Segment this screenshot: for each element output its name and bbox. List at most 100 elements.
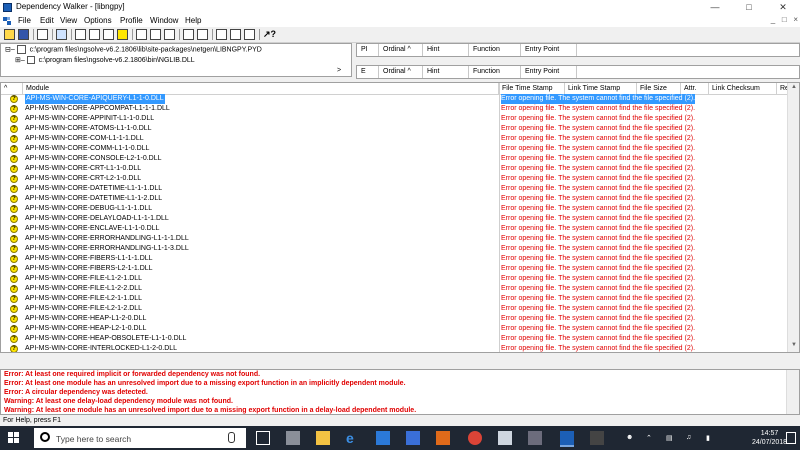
table-row[interactable]: ? API-MS-WIN-CORE-DATETIME-L1-1-1.DLL Erro… [1, 184, 788, 194]
tile-horizontal-icon[interactable] [230, 29, 241, 40]
copy-icon[interactable] [37, 29, 48, 40]
column-header-entry-point[interactable]: Entry Point [521, 44, 577, 56]
table-row[interactable]: ? API-MS-WIN-CORE-APIQUERY-L1-1-0.DLL Erro… [1, 94, 788, 104]
expand-icon[interactable] [164, 29, 175, 40]
table-row[interactable]: ? API-MS-WIN-CORE-DELAYLOAD-L1-1-1.DLL Err… [1, 214, 788, 224]
mdi-minimize-button[interactable]: _ [771, 15, 775, 24]
maximize-button[interactable]: □ [732, 0, 766, 15]
context-help-icon[interactable]: ↗? [263, 29, 276, 40]
column-header-function[interactable]: Function [469, 44, 521, 56]
menu-edit[interactable]: Edit [40, 16, 54, 25]
menu-file[interactable]: File [18, 16, 31, 25]
briefcase-icon[interactable] [286, 431, 300, 445]
scroll-up-icon[interactable]: ▲ [790, 84, 798, 90]
column-header-file-size[interactable]: File Size [637, 83, 681, 94]
app-icon[interactable] [528, 431, 542, 445]
scroll-down-icon[interactable]: ▼ [790, 342, 798, 348]
find-next-icon[interactable] [150, 29, 161, 40]
menu-options[interactable]: Options [84, 16, 112, 25]
taskbar-search-box[interactable]: Type here to search [34, 428, 246, 448]
column-header-entry-point[interactable]: Entry Point [521, 66, 577, 78]
column-header-ordinal[interactable]: Ordinal ^ [379, 66, 423, 78]
table-row[interactable]: ? API-MS-WIN-CORE-APPCOMPAT-L1-1-1.DLL Err… [1, 104, 788, 114]
column-header-hint[interactable]: Hint [423, 66, 469, 78]
chrome-icon[interactable] [468, 431, 482, 445]
table-row[interactable]: ? API-MS-WIN-CORE-FILE-L2-1-2.DLL Error op… [1, 304, 788, 314]
tile-vertical-icon[interactable] [244, 29, 255, 40]
table-row[interactable]: ? API-MS-WIN-CORE-INTERLOCKED-L1-2-0.DLL E… [1, 344, 788, 352]
tree-item[interactable]: ⊟– c:\program files\ngsolve-v6.2.1806\li… [5, 45, 262, 56]
task-view-icon[interactable] [256, 431, 270, 445]
table-row[interactable]: ? API-MS-WIN-CORE-COMM-L1-1-0.DLL Error op… [1, 144, 788, 154]
mail-icon[interactable] [498, 431, 512, 445]
save-icon[interactable] [18, 29, 29, 40]
column-header-link-time[interactable]: Link Time Stamp [565, 83, 637, 94]
table-row[interactable]: ? API-MS-WIN-CORE-ATOMS-L1-1-0.DLL Error o… [1, 124, 788, 134]
column-header-file-time[interactable]: File Time Stamp [499, 83, 565, 94]
table-row[interactable]: ? API-MS-WIN-CORE-CRT-L2-1-0.DLL Error ope… [1, 174, 788, 184]
store-icon[interactable] [406, 431, 420, 445]
show-hidden-icons-icon[interactable]: ⌃ [646, 434, 652, 442]
windows-start-icon[interactable] [8, 432, 20, 444]
table-row[interactable]: ? API-MS-WIN-CORE-FILE-L1-2-1.DLL Error op… [1, 274, 788, 284]
table-row[interactable]: ? API-MS-WIN-CORE-FIBERS-L1-1-1.DLL Error … [1, 254, 788, 264]
table-row[interactable]: ? API-MS-WIN-CORE-DATETIME-L1-1-2.DLL Erro… [1, 194, 788, 204]
undecorate-icon[interactable] [89, 29, 100, 40]
table-row[interactable]: ? API-MS-WIN-CORE-DEBUG-L1-1-1.DLL Error o… [1, 204, 788, 214]
find-icon[interactable] [136, 29, 147, 40]
table-row[interactable]: ? API-MS-WIN-CORE-APPINIT-L1-1-0.DLL Error… [1, 114, 788, 124]
minimize-button[interactable]: — [698, 0, 732, 15]
log-scrollbar[interactable] [786, 370, 799, 414]
table-row[interactable]: ? API-MS-WIN-CORE-FILE-L2-1-1.DLL Error op… [1, 294, 788, 304]
column-header-attr[interactable]: Attr. [681, 83, 709, 94]
column-header-hint[interactable]: Hint [423, 44, 469, 56]
column-header-e[interactable]: E [357, 66, 379, 78]
table-row[interactable]: ? API-MS-WIN-CORE-ENCLAVE-L1-1-0.DLL Error… [1, 224, 788, 234]
table-row[interactable]: ? API-MS-WIN-CORE-FIBERS-L2-1-1.DLL Error … [1, 264, 788, 274]
people-icon[interactable]: ☻ [626, 434, 633, 441]
dropbox-icon[interactable] [376, 431, 390, 445]
properties-icon[interactable] [183, 29, 194, 40]
tree-expand-icon[interactable]: ⊞– [15, 57, 25, 64]
notifications-icon[interactable] [786, 432, 796, 444]
dependency-walker-taskbar-icon[interactable] [560, 431, 574, 447]
app-icon[interactable] [590, 431, 604, 445]
table-row[interactable]: ? API-MS-WIN-CORE-ERRORHANDLING-L1-1-3.DL… [1, 244, 788, 254]
open-icon[interactable] [4, 29, 15, 40]
edge-browser-icon[interactable]: e [346, 431, 360, 445]
mdi-restore-button[interactable]: □ [782, 15, 787, 24]
pane-scroll-right-icon[interactable]: > [337, 67, 341, 74]
tree-collapse-icon[interactable]: ⊟– [5, 46, 15, 53]
battery-icon[interactable]: ▮ [706, 434, 710, 442]
full-paths-icon[interactable] [75, 29, 86, 40]
table-row[interactable]: ? API-MS-WIN-CORE-CONSOLE-L2-1-0.DLL Error… [1, 154, 788, 164]
table-row[interactable]: ? API-MS-WIN-CORE-HEAP-OBSOLETE-L1-1-0.DL… [1, 334, 788, 344]
table-row[interactable]: ? API-MS-WIN-CORE-CRT-L1-1-0.DLL Error ope… [1, 164, 788, 174]
system-info-icon[interactable] [197, 29, 208, 40]
network-icon[interactable]: ▤ [666, 434, 673, 442]
matlab-icon[interactable] [436, 431, 450, 445]
cascade-icon[interactable] [216, 29, 227, 40]
column-header-ordinal[interactable]: Ordinal ^ [379, 44, 423, 56]
table-row[interactable]: ? API-MS-WIN-CORE-ERRORHANDLING-L1-1-1.DL… [1, 234, 788, 244]
menu-view[interactable]: View [60, 16, 77, 25]
table-row[interactable]: ? API-MS-WIN-CORE-HEAP-L1-2-0.DLL Error op… [1, 314, 788, 324]
volume-icon[interactable]: ♫ [686, 434, 691, 441]
menu-help[interactable]: Help [185, 16, 201, 25]
profile-icon[interactable] [56, 29, 67, 40]
mdi-child-icon[interactable] [3, 17, 11, 25]
close-button[interactable]: ✕ [766, 0, 800, 15]
menu-window[interactable]: Window [150, 16, 178, 25]
column-header-function[interactable]: Function [469, 66, 521, 78]
table-row[interactable]: ? API-MS-WIN-CORE-HEAP-L2-1-0.DLL Error op… [1, 324, 788, 334]
column-header-pi[interactable]: PI [357, 44, 379, 56]
column-header-module[interactable]: Module [23, 83, 499, 94]
clock[interactable]: 14:57 24/07/2018 [752, 429, 787, 447]
mdi-close-button[interactable]: × [793, 15, 798, 24]
table-row[interactable]: ? API-MS-WIN-CORE-COM-L1-1-1.DLL Error ope… [1, 134, 788, 144]
menu-profile[interactable]: Profile [120, 16, 143, 25]
column-header-link-checksum[interactable]: Link Checksum [709, 83, 777, 94]
microphone-icon[interactable] [228, 432, 235, 443]
file-explorer-icon[interactable] [316, 431, 330, 445]
table-row[interactable]: ? API-MS-WIN-CORE-FILE-L1-2-2.DLL Error op… [1, 284, 788, 294]
